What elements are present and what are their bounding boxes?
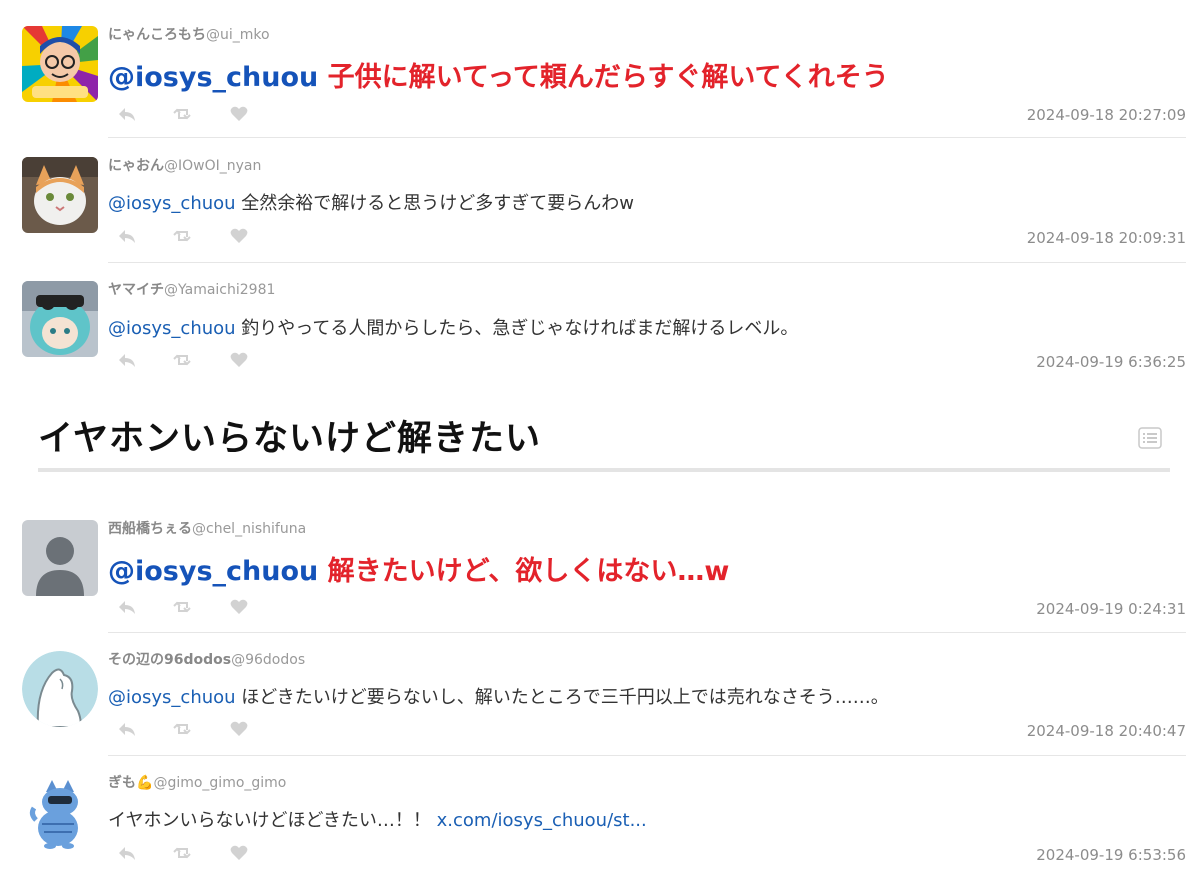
user-line: 西船橋ちぇる@chel_nishifuna (108, 518, 306, 538)
like-icon[interactable] (229, 350, 249, 370)
tweet-text: @iosys_chuou 子供に解いてって頼んだらすぐ解いてくれそう (108, 55, 889, 94)
user-line: にゃんころもち@ui_mko (108, 24, 270, 44)
reply-icon[interactable] (117, 843, 137, 863)
user-line: ぎも💪@gimo_gimo_gimo (108, 772, 286, 792)
like-icon[interactable] (229, 843, 249, 863)
user-handle[interactable]: @chel_nishifuna (192, 521, 306, 537)
avatar[interactable] (22, 651, 98, 727)
avatar[interactable] (22, 157, 98, 233)
mention-link[interactable]: @iosys_chuou (108, 62, 318, 93)
user-handle[interactable]: @ui_mko (206, 27, 270, 43)
tweet-body-text: 全然余裕で解けると思うけど多すぎて要らんわw (235, 193, 635, 214)
user-handle[interactable]: @IOwOI_nyan (164, 158, 261, 174)
divider (108, 262, 1186, 263)
mention-link[interactable]: @iosys_chuou (108, 556, 318, 587)
tweet-body-text: 釣りやってる人間からしたら、急ぎじゃなければまだ解けるレベル。 (235, 318, 799, 339)
display-name[interactable]: その辺の96dodos (108, 652, 231, 668)
reply-icon[interactable] (117, 719, 137, 739)
reply-icon[interactable] (117, 597, 137, 617)
tweet-timestamp[interactable]: 2024-09-18 20:40:47 (1027, 722, 1186, 740)
user-handle[interactable]: @96dodos (231, 652, 305, 668)
tweet-actions (117, 350, 249, 370)
tweet-actions (117, 597, 249, 617)
user-line: ヤマイチ@Yamaichi2981 (108, 279, 275, 299)
tweet-body-text: イヤホンいらないけどほどきたい…！！ (108, 810, 437, 831)
display-name[interactable]: にゃんころもち (108, 27, 206, 43)
retweet-icon[interactable] (173, 104, 193, 124)
user-line: にゃおん@IOwOI_nyan (108, 155, 261, 175)
user-handle[interactable]: @gimo_gimo_gimo (153, 775, 286, 791)
mention-link[interactable]: @iosys_chuou (108, 318, 236, 339)
tweet-actions (117, 843, 249, 863)
avatar[interactable] (22, 26, 98, 102)
user-handle[interactable]: @Yamaichi2981 (164, 282, 275, 298)
tweet-highlight-text: 子供に解いてって頼んだらすぐ解いてくれそう (318, 62, 889, 93)
section-heading: イヤホンいらないけど解きたい (38, 419, 541, 459)
tweet-timestamp[interactable]: 2024-09-18 20:09:31 (1027, 229, 1186, 247)
tweet-link[interactable]: x.com/iosys_chuou/st... (437, 810, 647, 831)
divider (108, 137, 1186, 138)
tweet-text: @iosys_chuou 解きたいけど、欲しくはない…w (108, 549, 729, 588)
display-name[interactable]: ぎも💪 (108, 775, 153, 791)
retweet-icon[interactable] (173, 597, 193, 617)
tweet-timestamp[interactable]: 2024-09-19 0:24:31 (1036, 600, 1186, 618)
display-name[interactable]: 西船橋ちぇる (108, 521, 192, 537)
tweet-text: @iosys_chuou ほどきたいけど要らないし、解いたところで三千円以上では… (108, 683, 889, 709)
tweet-timestamp[interactable]: 2024-09-19 6:36:25 (1036, 353, 1186, 371)
like-icon[interactable] (229, 226, 249, 246)
tweet-text: @iosys_chuou 釣りやってる人間からしたら、急ぎじゃなければまだ解ける… (108, 314, 798, 340)
retweet-icon[interactable] (173, 226, 193, 246)
tweet-actions (117, 226, 249, 246)
retweet-icon[interactable] (173, 843, 193, 863)
retweet-icon[interactable] (173, 350, 193, 370)
mention-link[interactable]: @iosys_chuou (108, 193, 236, 214)
tweet-body-text: ほどきたいけど要らないし、解いたところで三千円以上では売れなさそう……。 (235, 687, 889, 708)
like-icon[interactable] (229, 104, 249, 124)
retweet-icon[interactable] (173, 719, 193, 739)
display-name[interactable]: にゃおん (108, 158, 164, 174)
divider (108, 632, 1186, 633)
mention-link[interactable]: @iosys_chuou (108, 687, 236, 708)
display-name[interactable]: ヤマイチ (108, 282, 164, 298)
divider (108, 755, 1186, 756)
avatar[interactable] (22, 281, 98, 357)
user-line: その辺の96dodos@96dodos (108, 649, 305, 669)
tweet-timestamp[interactable]: 2024-09-19 6:53:56 (1036, 846, 1186, 864)
reply-icon[interactable] (117, 104, 137, 124)
tweet-highlight-text: 解きたいけど、欲しくはない…w (318, 556, 730, 587)
tweet-timestamp[interactable]: 2024-09-18 20:27:09 (1027, 106, 1186, 124)
avatar[interactable] (22, 520, 98, 596)
tweet-text: イヤホンいらないけどほどきたい…！！ x.com/iosys_chuou/st.… (108, 806, 647, 832)
like-icon[interactable] (229, 597, 249, 617)
reply-icon[interactable] (117, 226, 137, 246)
like-icon[interactable] (229, 719, 249, 739)
tweet-actions (117, 719, 249, 739)
tweet-text: @iosys_chuou 全然余裕で解けると思うけど多すぎて要らんわw (108, 189, 634, 215)
tweet-actions (117, 104, 249, 124)
avatar[interactable] (22, 774, 98, 850)
reply-icon[interactable] (117, 350, 137, 370)
section-divider (38, 468, 1170, 472)
list-icon[interactable] (1138, 427, 1162, 449)
